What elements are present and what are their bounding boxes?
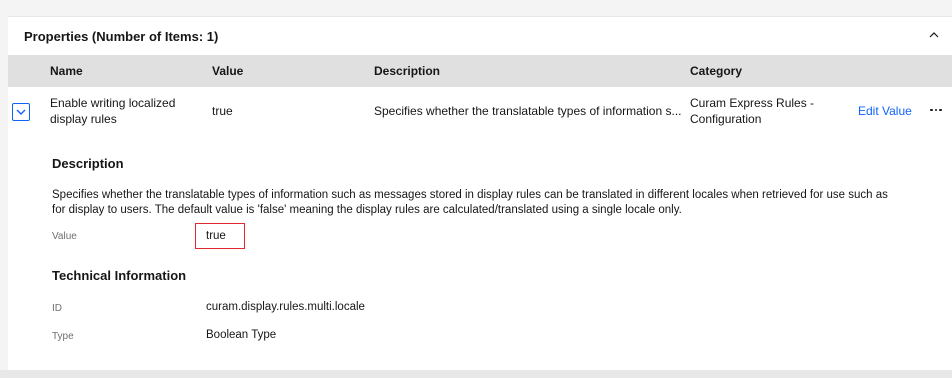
value-label: Value — [52, 231, 77, 242]
properties-panel: Properties (Number of Items: 1) Name Val… — [8, 16, 952, 370]
description-heading: Description — [52, 156, 124, 171]
description-line2: for display to users. The default value … — [52, 204, 682, 216]
edit-value-link[interactable]: Edit Value — [858, 103, 912, 119]
id-value: curam.display.rules.multi.locale — [206, 301, 365, 313]
table-row: Enable writing localized display rules t… — [8, 87, 952, 135]
top-background — [0, 0, 952, 8]
row-description: Specifies whether the translatable types… — [374, 104, 682, 118]
row-value: true — [212, 104, 233, 118]
technical-info-heading: Technical Information — [52, 268, 187, 283]
chevron-down-icon[interactable] — [12, 103, 30, 121]
table-header: Name Value Description Category — [8, 55, 952, 87]
column-header-name[interactable]: Name — [50, 64, 83, 78]
panel-header[interactable]: Properties (Number of Items: 1) — [8, 17, 952, 55]
description-line1: Specifies whether the translatable types… — [52, 189, 888, 201]
column-header-value[interactable]: Value — [212, 64, 243, 78]
id-label: ID — [52, 303, 62, 314]
type-label: Type — [52, 331, 74, 342]
type-value: Boolean Type — [206, 329, 277, 341]
row-name-line1: Enable writing localized — [50, 96, 176, 110]
row-name-line2: display rules — [50, 112, 117, 126]
panel-title: Properties (Number of Items: 1) — [24, 29, 219, 44]
description-text: Specifies whether the translatable types… — [52, 188, 922, 218]
chevron-up-icon[interactable] — [924, 25, 944, 45]
value-field: true — [195, 223, 245, 249]
overflow-menu-icon[interactable] — [926, 102, 946, 118]
row-category-line2: Configuration — [690, 112, 762, 126]
column-header-category[interactable]: Category — [690, 64, 742, 78]
bottom-background — [0, 370, 952, 378]
row-category-line1: Curam Express Rules - — [690, 96, 815, 110]
column-header-description[interactable]: Description — [374, 64, 440, 78]
